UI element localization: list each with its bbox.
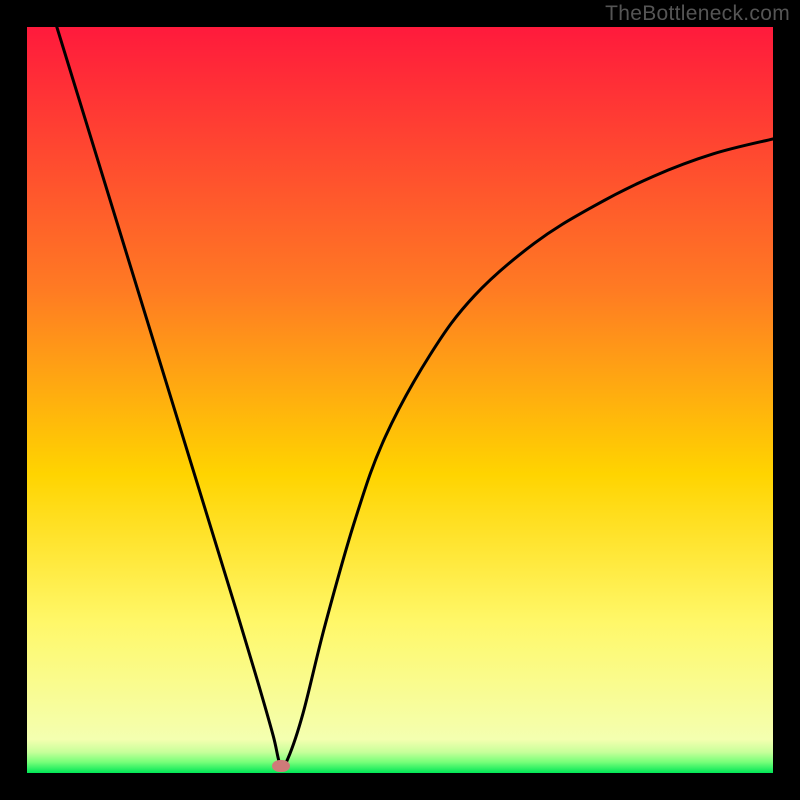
- chart-plot: [27, 27, 773, 773]
- watermark-text: TheBottleneck.com: [605, 2, 790, 26]
- gradient-background: [27, 27, 773, 773]
- chart-frame: TheBottleneck.com: [0, 0, 800, 800]
- optimal-point-marker: [272, 760, 290, 772]
